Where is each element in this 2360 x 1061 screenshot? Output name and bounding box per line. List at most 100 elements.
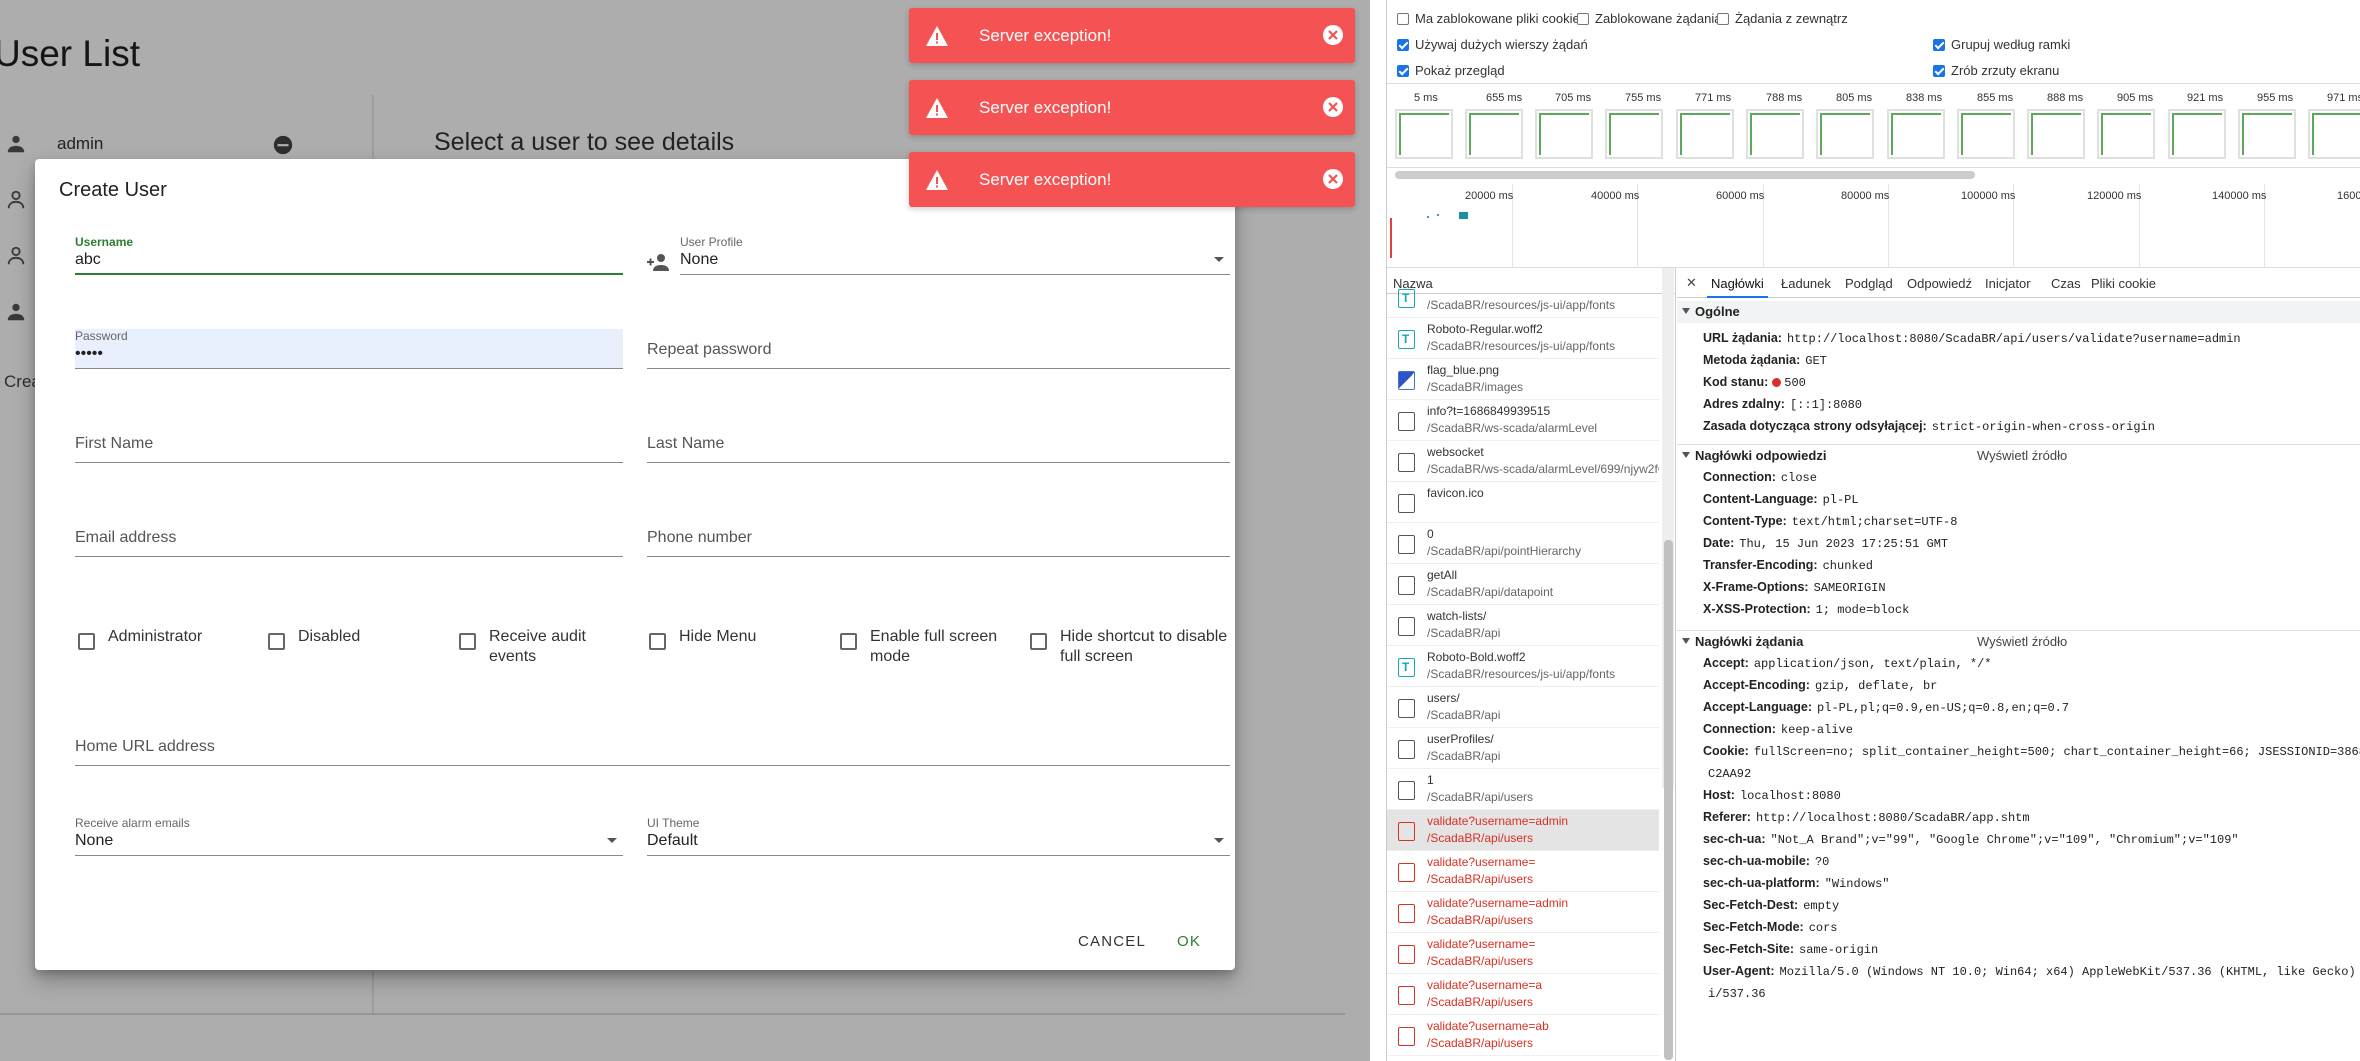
repeat-password-field[interactable]: Repeat password xyxy=(647,329,1230,369)
screenshot-frame[interactable] xyxy=(2238,109,2296,159)
request-row[interactable]: watch-lists/ /ScadaBR/api xyxy=(1387,605,1659,646)
checkbox-box[interactable] xyxy=(1933,64,1945,77)
request-row[interactable]: Roboto-Regular.woff2/ScadaBR/resources/j… xyxy=(1387,318,1659,359)
header-value: same-origin xyxy=(1799,943,1879,957)
request-row[interactable]: validate?username=a/ScadaBR/api/users xyxy=(1387,974,1659,1015)
checkbox-box[interactable] xyxy=(1577,12,1589,25)
alarm-emails-select[interactable]: Receive alarm emails None xyxy=(75,816,623,856)
response-headers-section-header[interactable]: Nagłówki odpowiedzi Wyświetl źródło xyxy=(1677,444,2360,466)
blocked-cookies-option[interactable]: Ma zablokowane pliki cookie xyxy=(1397,11,1580,26)
blocked-requests-option[interactable]: Zablokowane żądania xyxy=(1577,11,1721,26)
checkbox-box[interactable] xyxy=(840,633,857,650)
phone-field[interactable]: Phone number xyxy=(647,517,1230,557)
checkbox-box[interactable] xyxy=(459,633,476,650)
header-row: Sec-Fetch-Dest: empty xyxy=(1703,898,1839,913)
tab-timing[interactable]: Czas xyxy=(2051,276,2081,291)
last-name-field[interactable]: Last Name xyxy=(647,423,1230,463)
tab-response[interactable]: Odpowiedź xyxy=(1907,276,1972,291)
request-list-scrollbar-thumb[interactable] xyxy=(1664,540,1673,1060)
tab-cookies[interactable]: Pliki cookie xyxy=(2091,276,2156,291)
request-row[interactable]: validate?username= /ScadaBR/api/users xyxy=(1387,851,1659,892)
large-rows-option[interactable]: Używaj dużych wierszy żądań xyxy=(1397,37,1588,52)
checkbox-box[interactable] xyxy=(78,633,95,650)
tab-headers[interactable]: Nagłówki xyxy=(1707,276,1768,298)
header-row: Referer: http://localhost:8080/ScadaBR/ap… xyxy=(1703,810,2030,825)
close-icon[interactable] xyxy=(1322,168,1344,190)
checkbox-box[interactable] xyxy=(649,633,666,650)
capture-screenshots-option[interactable]: Zrób zrzuty ekranu xyxy=(1933,63,2059,78)
screenshot-frame[interactable] xyxy=(1535,109,1593,159)
app-window: User List admin Crea Select a user to se… xyxy=(0,0,1370,1061)
screenshot-frame[interactable] xyxy=(1746,109,1804,159)
request-row[interactable]: getAll/ScadaBR/api/datapoint xyxy=(1387,564,1659,605)
request-row[interactable]: flag_blue.png/ScadaBR/images xyxy=(1387,359,1659,400)
show-overview-option[interactable]: Pokaż przegląd xyxy=(1397,63,1505,78)
email-field[interactable]: Email address xyxy=(75,517,623,557)
close-icon[interactable] xyxy=(1322,24,1344,46)
receive-audit-events-checkbox[interactable]: Receive audit events xyxy=(459,627,619,667)
ui-theme-select[interactable]: UI Theme Default xyxy=(647,816,1230,856)
disabled-checkbox[interactable]: Disabled xyxy=(268,627,438,650)
view-source-link[interactable]: Wyświetl źródło xyxy=(1977,448,2067,463)
screenshot-frame[interactable] xyxy=(1676,109,1734,159)
request-row[interactable]: Roboto-Bold.woff2/ScadaBR/resources/js-u… xyxy=(1387,646,1659,687)
screenshot-frame[interactable] xyxy=(1465,109,1523,159)
tab-preview[interactable]: Podgląd xyxy=(1845,276,1893,291)
filmstrip-scrollbar[interactable] xyxy=(1395,171,1975,179)
request-row[interactable]: info?t=1686849939515/ScadaBR/ws-scada/al… xyxy=(1387,400,1659,441)
checkbox-box[interactable] xyxy=(1397,12,1409,25)
close-icon[interactable]: ✕ xyxy=(1686,275,1697,291)
request-headers-section-header[interactable]: Nagłówki żądania Wyświetl źródło xyxy=(1677,630,2360,652)
screenshot-frame[interactable] xyxy=(2027,109,2085,159)
header-value: strict-origin-when-cross-origin xyxy=(1931,420,2155,434)
request-row[interactable]: /ScadaBR/resources/js-ui/app/fonts xyxy=(1387,277,1659,318)
request-row[interactable]: validate?username= /ScadaBR/api/users xyxy=(1387,933,1659,974)
screenshot-frame[interactable] xyxy=(1605,109,1663,159)
request-row[interactable]: userProfiles/ /ScadaBR/api xyxy=(1387,728,1659,769)
third-party-requests-option[interactable]: Żądania z zewnątrz xyxy=(1717,11,1848,26)
close-icon[interactable] xyxy=(1322,96,1344,118)
request-row[interactable]: 1/ScadaBR/api/users xyxy=(1387,769,1659,810)
screenshot-frame[interactable] xyxy=(2168,109,2226,159)
screenshot-frame[interactable] xyxy=(1395,109,1453,159)
header-row: Date: Thu, 15 Jun 2023 17:25:51 GMT xyxy=(1703,536,1948,551)
tab-payload[interactable]: Ładunek xyxy=(1781,276,1831,291)
header-key: X-XSS-Protection: xyxy=(1703,602,1811,616)
enable-full-screen-checkbox[interactable]: Enable full screen mode xyxy=(840,627,1010,667)
screenshot-frame[interactable] xyxy=(1957,109,2015,159)
request-row[interactable]: favicon.ico xyxy=(1387,482,1659,523)
request-row[interactable]: websocket/ScadaBR/ws-scada/alarmLevel/69… xyxy=(1387,441,1659,482)
checkbox-box[interactable] xyxy=(268,633,285,650)
triangle-down-icon xyxy=(1682,452,1690,458)
group-by-frame-option[interactable]: Grupuj według ramki xyxy=(1933,37,2070,52)
request-row[interactable]: users/ /ScadaBR/api xyxy=(1387,687,1659,728)
hide-menu-checkbox[interactable]: Hide Menu xyxy=(649,627,819,650)
ok-button[interactable]: OK xyxy=(1177,933,1201,950)
user-profile-select[interactable]: User Profile None xyxy=(680,235,1230,275)
hide-shortcut-checkbox[interactable]: Hide shortcut to disable full screen xyxy=(1030,627,1230,667)
document-icon xyxy=(1398,822,1415,841)
first-name-field[interactable]: First Name xyxy=(75,423,623,463)
tab-initiator[interactable]: Inicjator xyxy=(1985,276,2031,291)
screenshot-frame[interactable] xyxy=(2097,109,2155,159)
frame-time: 921 ms xyxy=(2187,92,2224,104)
screenshot-frame[interactable] xyxy=(1816,109,1874,159)
screenshot-frame[interactable] xyxy=(2308,109,2360,159)
view-source-link[interactable]: Wyświetl źródło xyxy=(1977,634,2067,649)
request-row[interactable]: 0/ScadaBR/api/pointHierarchy xyxy=(1387,523,1659,564)
request-row[interactable]: validate?username=admin/ScadaBR/api/user… xyxy=(1387,810,1659,851)
home-url-field[interactable]: Home URL address xyxy=(75,726,1230,766)
password-field[interactable]: Password ••••• xyxy=(75,329,623,369)
checkbox-box[interactable] xyxy=(1397,64,1409,77)
checkbox-box[interactable] xyxy=(1397,38,1409,51)
screenshot-frame[interactable] xyxy=(1887,109,1945,159)
checkbox-box[interactable] xyxy=(1933,38,1945,51)
general-section-header[interactable]: Ogólne xyxy=(1677,301,2360,323)
request-row[interactable]: validate?username=ab/ScadaBR/api/users xyxy=(1387,1015,1659,1056)
request-row[interactable]: validate?username=admin/ScadaBR/api/user… xyxy=(1387,892,1659,933)
checkbox-box[interactable] xyxy=(1030,633,1047,650)
cancel-button[interactable]: CANCEL xyxy=(1078,933,1146,950)
checkbox-box[interactable] xyxy=(1717,12,1729,25)
username-field[interactable]: Username abc xyxy=(75,235,623,275)
administrator-checkbox[interactable]: Administrator xyxy=(78,627,248,650)
